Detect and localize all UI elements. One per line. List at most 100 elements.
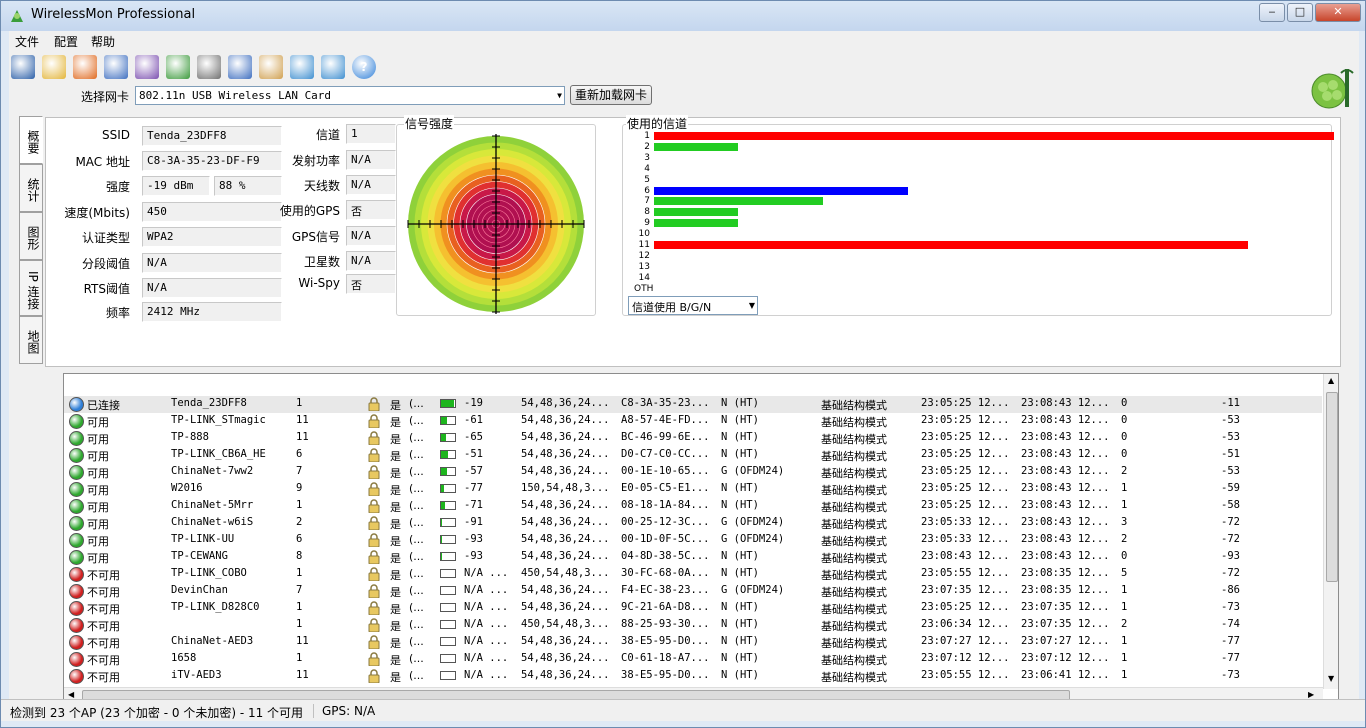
ap-mac: 00-1E-10-65... (621, 465, 710, 477)
ap-state: 可用 (87, 552, 109, 565)
ap-phy: N (HT) (721, 567, 759, 579)
ap-row[interactable]: 可用 TP-CEWANG 8 是 (... -93 54,48,36,24... 04-8D-… (64, 549, 1322, 566)
ap-row[interactable]: 不可用 DevinChan 7 是 (... N/A ... 54,48,36,24... F… (64, 583, 1322, 600)
ap-row[interactable]: 可用 TP-888 11 是 (... -65 54,48,36,24... BC-46-99… (64, 430, 1322, 447)
record-icon[interactable] (73, 55, 97, 79)
globe-icon[interactable] (290, 55, 314, 79)
ap-sec: (... (409, 431, 424, 444)
ap-phy: N (HT) (721, 414, 759, 426)
toolbar: ? (9, 53, 1359, 83)
menu-file[interactable]: 文件 (15, 33, 39, 50)
clipboard-icon[interactable] (259, 55, 283, 79)
ap-phy: N (HT) (721, 550, 759, 562)
tab-summary[interactable]: 概要 (19, 116, 43, 164)
ap-sig: N/A ... (464, 652, 509, 664)
summary-panel: SSID Tenda_23DFF8 MAC 地址 C8-3A-35-23-DF-F9 强… (45, 115, 1341, 367)
ap-row[interactable]: 可用 TP-LINK_STmagic 11 是 (... -61 54,48,36,24..… (64, 413, 1322, 430)
ap-ch: 8 (296, 550, 303, 562)
info-icon[interactable] (321, 55, 345, 79)
ap-rssi: -73 (1221, 669, 1240, 681)
ap-last: 23:08:43 12... (1021, 448, 1110, 460)
ap-sig: -93 (464, 550, 483, 562)
ap-mac: 38-E5-95-D0... (621, 635, 710, 647)
adapter-select[interactable]: 802.11n USB Wireless LAN Card ▼ (135, 86, 565, 105)
ap-enc: 是 (390, 637, 401, 650)
tab-stats[interactable]: 统计 (19, 164, 43, 212)
ap-row[interactable]: 可用 ChinaNet-w6iS 2 是 (... -91 54,48,36,24... 00… (64, 515, 1322, 532)
ap-row[interactable]: 可用 TP-LINK-UU 6 是 (... -93 54,48,36,24... 00-1D… (64, 532, 1322, 549)
channel-label: 11 (638, 240, 650, 250)
ap-row[interactable]: 不可用 1658 1 是 (... N/A ... 54,48,36,24... C0-61-… (64, 651, 1322, 668)
ap-row[interactable]: 可用 W2016 9 是 (... -77 150,54,48,3... E0-05-C5-E… (64, 481, 1322, 498)
ap-row[interactable]: 不可用 iTV-AED3 11 是 (... N/A ... 54,48,36,24... 3… (64, 668, 1322, 685)
ap-enc: 是 (390, 586, 401, 599)
menu-config[interactable]: 配置 (54, 33, 78, 50)
signal-level-fill (441, 434, 446, 441)
ap-cnt: 1 (1121, 635, 1128, 647)
ap-ch: 1 (296, 499, 303, 511)
ap-row[interactable]: 可用 ChinaNet-5Mrr 1 是 (... -71 54,48,36,24... 08… (64, 498, 1322, 515)
ap-first: 23:07:27 12... (921, 635, 1010, 647)
close-button[interactable]: ✕ (1315, 3, 1361, 22)
minimize-button[interactable]: ‒ (1259, 3, 1285, 22)
lock-icon (368, 550, 380, 565)
channel-bar (654, 208, 739, 217)
help-icon[interactable]: ? (352, 55, 376, 79)
ap-cnt: 5 (1121, 567, 1128, 579)
vertical-scrollbar[interactable]: ▲ ▼ (1323, 374, 1338, 689)
ap-row[interactable]: 不可用 TP-LINK_D828C0 1 是 (... N/A ... 54,48,36,2… (64, 600, 1322, 617)
scroll-up-icon[interactable]: ▲ (1328, 376, 1334, 385)
ap-enc: 是 (390, 603, 401, 616)
lock-icon (368, 567, 380, 582)
channel-bar (654, 197, 824, 206)
status-dot-icon (69, 550, 84, 565)
open-folder-icon[interactable] (42, 55, 66, 79)
ap-row[interactable]: 不可用 1 是 (... N/A ... 450,54,48,3... 88-25-93-3… (64, 617, 1322, 634)
lock-icon (368, 652, 380, 667)
ap-cnt: 2 (1121, 618, 1128, 630)
ap-ssid: TP-LINK_CB6A_HE (171, 448, 266, 460)
ap-row[interactable]: 可用 ChinaNet-7ww2 7 是 (... -57 54,48,36,24... 00… (64, 464, 1322, 481)
lock-icon (368, 482, 380, 497)
ap-phy: N (HT) (721, 635, 759, 647)
ap-ch: 1 (296, 397, 303, 409)
network-config-icon[interactable] (135, 55, 159, 79)
ap-row[interactable]: 可用 TP-LINK_CB6A_HE 6 是 (... -51 54,48,36,24...… (64, 447, 1322, 464)
network-icon[interactable] (104, 55, 128, 79)
scroll-left-icon[interactable]: ◀ (68, 690, 74, 699)
reload-adapter-button[interactable]: 重新加载网卡 (570, 85, 652, 105)
vertical-scroll-thumb[interactable] (1326, 392, 1338, 582)
scroll-down-icon[interactable]: ▼ (1328, 674, 1334, 683)
ap-rssi: -53 (1221, 465, 1240, 477)
ap-ch: 6 (296, 533, 303, 545)
field-value: N/A (346, 226, 396, 246)
export-icon[interactable] (166, 55, 190, 79)
tab-map[interactable]: 地图 (19, 316, 43, 364)
field-value: N/A (142, 253, 282, 273)
scroll-right-icon[interactable]: ▶ (1308, 690, 1314, 699)
menu-help[interactable]: 帮助 (91, 33, 115, 50)
ap-row[interactable]: 不可用 ChinaNet-AED3 11 是 (... N/A ... 54,48,36,2… (64, 634, 1322, 651)
print-icon[interactable] (197, 55, 221, 79)
channel-label: 5 (644, 174, 650, 185)
channel-filter-select[interactable]: 信道使用 B/G/N ▼ (628, 296, 758, 315)
settings-icon[interactable] (228, 55, 252, 79)
status-dot-icon (69, 567, 84, 582)
status-dot-icon (69, 533, 84, 548)
ap-row[interactable]: 不可用 TP-LINK_COBO 1 是 (... N/A ... 450,54,48,3.… (64, 566, 1322, 583)
save-icon[interactable] (11, 55, 35, 79)
tab-graph[interactable]: 图形 (19, 212, 43, 260)
signal-strength-title: 信号强度 (404, 115, 455, 132)
ap-ssid: TP-LINK_D828C0 (171, 601, 260, 613)
chevron-down-icon: ▼ (748, 301, 755, 310)
ap-mode: 基础结构模式 (821, 552, 887, 565)
maximize-button[interactable]: □ (1287, 3, 1313, 22)
ap-enc: 是 (390, 518, 401, 531)
title-bar[interactable]: WirelessMon Professional ‒ □ ✕ (1, 1, 1365, 31)
channel-bar (654, 241, 1249, 249)
ap-cnt: 1 (1121, 669, 1128, 681)
ap-first: 23:06:34 12... (921, 618, 1010, 630)
tab-ip-connections[interactable]: IP 连接 (19, 260, 43, 316)
ap-state: 已连接 (87, 399, 120, 412)
ap-row[interactable]: 已连接 Tenda_23DFF8 1 是 (... -19 54,48,36,24... C8… (64, 396, 1322, 413)
